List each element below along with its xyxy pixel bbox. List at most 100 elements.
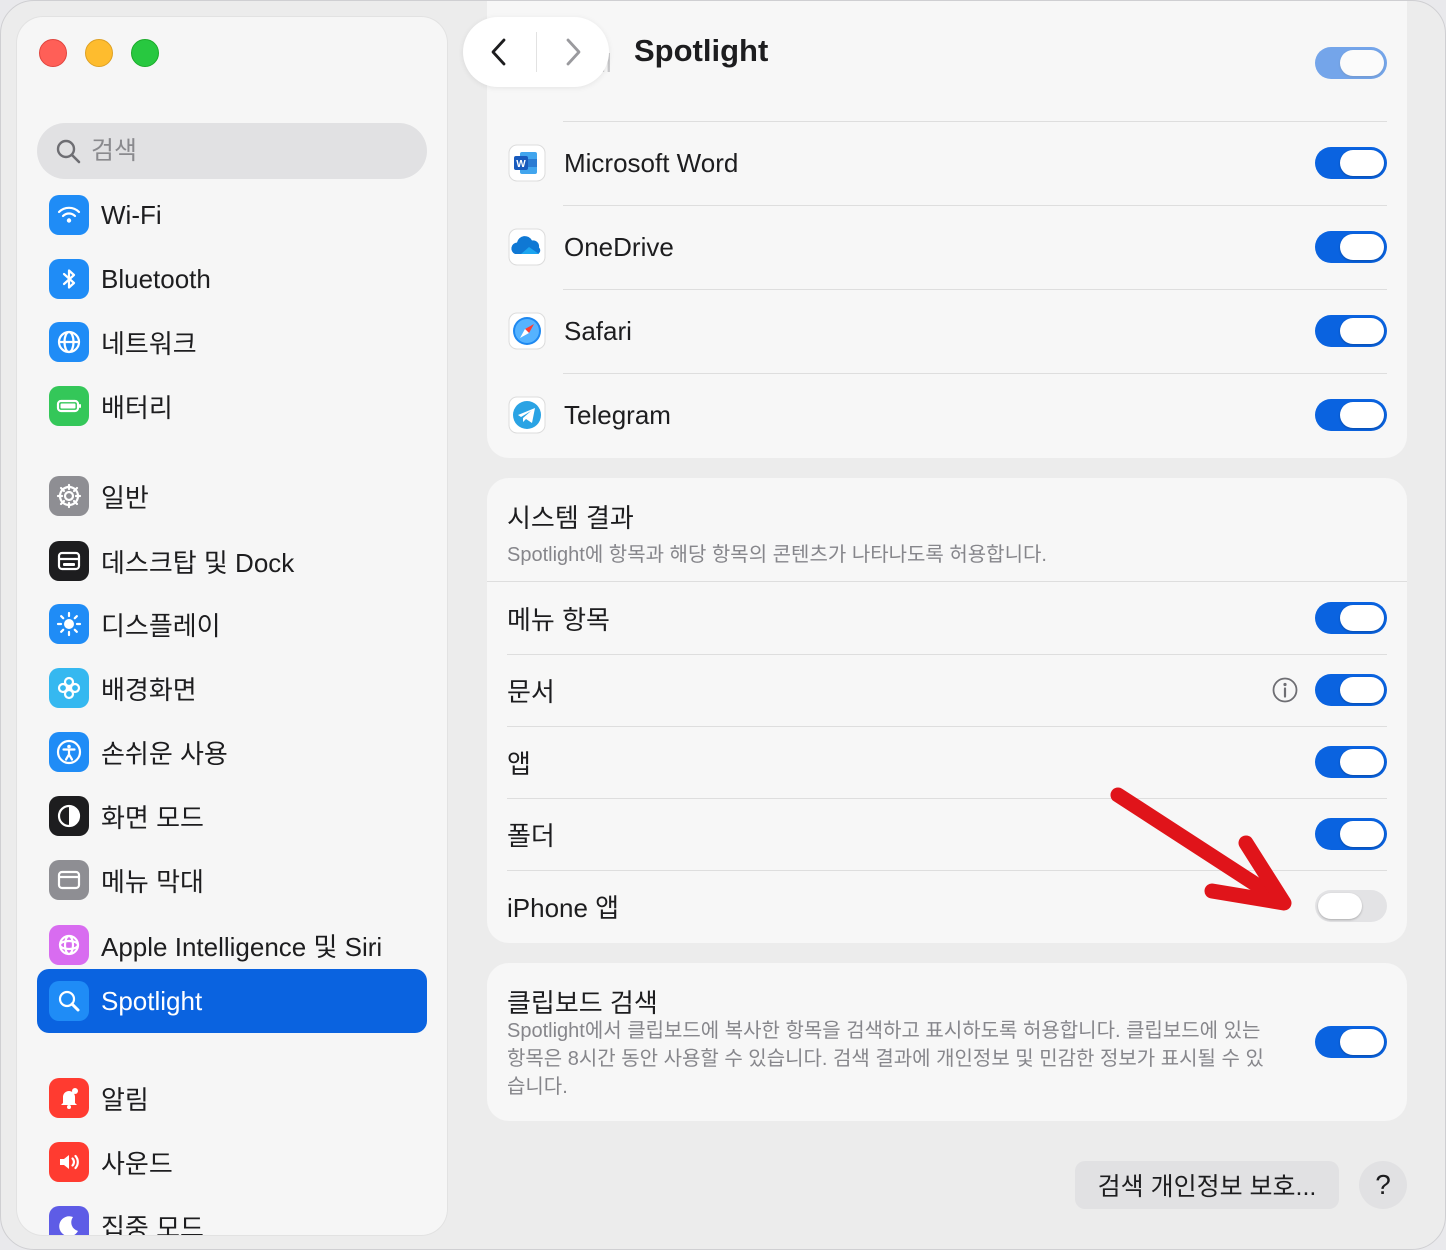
speaker-icon (49, 1142, 89, 1182)
chevron-left-icon (491, 38, 506, 66)
bell-icon (49, 1078, 89, 1118)
row-divider (507, 726, 1387, 727)
safari-icon (507, 311, 547, 351)
battery-icon (49, 386, 89, 426)
clipboard-description: Spotlight에서 클립보드에 복사한 항목을 검색하고 표시하도록 허용합… (507, 1020, 1264, 1098)
svg-text:W: W (516, 159, 526, 170)
app-toggle[interactable] (1315, 315, 1387, 347)
page-title: Spotlight (634, 33, 769, 68)
row-divider (563, 205, 1387, 206)
option-label: 폴더 (507, 820, 555, 851)
moon-icon (49, 1206, 89, 1235)
app-name: Microsoft Word (564, 147, 739, 178)
sidebar-item-flower[interactable]: 배경화면 (37, 656, 427, 720)
sidebar-item-accessibility[interactable]: 손쉬운 사용 (37, 720, 427, 784)
annotation-arrow-icon (1110, 787, 1292, 911)
globe-icon (49, 322, 89, 362)
row-divider (563, 373, 1387, 374)
system-option-row: 문서 (487, 654, 1407, 726)
sidebar-item-label: 알림 (101, 1084, 149, 1115)
dock-icon (49, 541, 89, 581)
option-label: 앱 (507, 748, 531, 779)
siri-icon (49, 925, 89, 965)
sidebar-item-moon[interactable]: 집중 모드 (37, 1194, 427, 1235)
sidebar-item-spotlight[interactable]: Spotlight (37, 969, 427, 1033)
option-label: 문서 (507, 676, 555, 707)
app-row: OneDrive (487, 205, 1407, 289)
back-button[interactable] (463, 17, 536, 87)
sidebar-item-label: 사운드 (101, 1148, 173, 1179)
settings-window: Wi-Fi Bluetooth 네트워크배터리일반데스크탑 및 Dock 디스플레이배… (0, 0, 1446, 1250)
sidebar-item-globe[interactable]: 네트워크 (37, 310, 427, 374)
sidebar-item-label: 배터리 (101, 392, 173, 423)
accessibility-icon (49, 732, 89, 772)
app-results-card: Mail W Microsoft Word OneDrive Safari Te… (487, 1, 1407, 458)
clipboard-toggle[interactable] (1315, 1026, 1387, 1058)
sun-icon (49, 604, 89, 644)
sidebar-item-label: Spotlight (101, 985, 203, 1016)
sidebar-item-label: 네트워크 (101, 328, 197, 359)
system-results-subtitle: Spotlight에 항목과 해당 항목의 콘텐츠가 나타나도록 허용합니다. (507, 544, 1047, 566)
app-toggle[interactable] (1315, 231, 1387, 263)
telegram-icon (507, 395, 547, 435)
sidebar-item-sun[interactable]: 디스플레이 (37, 592, 427, 656)
app-name: Safari (564, 315, 632, 346)
option-toggle[interactable] (1315, 602, 1387, 634)
close-window-button[interactable] (39, 39, 67, 67)
spotlight-icon (49, 981, 89, 1021)
sidebar-item-label: 집중 모드 (101, 1212, 204, 1236)
window-controls (39, 39, 159, 67)
app-row-partial: Mail (487, 21, 1407, 105)
sidebar-item-bell[interactable]: 알림 (37, 1066, 427, 1130)
option-toggle[interactable] (1315, 818, 1387, 850)
sidebar-item-siri[interactable]: Apple Intelligence 및 Siri (37, 913, 427, 977)
sidebar-item-appearance[interactable]: 화면 모드 (37, 784, 427, 848)
forward-button[interactable] (537, 17, 610, 87)
sidebar-item-label: 손쉬운 사용 (101, 738, 228, 769)
flower-icon (49, 668, 89, 708)
app-toggle-hidden[interactable] (1315, 47, 1387, 79)
app-name: Telegram (564, 399, 671, 430)
app-name: OneDrive (564, 231, 674, 262)
zoom-window-button[interactable] (131, 39, 159, 67)
appearance-icon (49, 796, 89, 836)
sidebar-item-bluetooth[interactable]: Bluetooth (37, 247, 427, 311)
sidebar-item-dock[interactable]: 데스크탑 및 Dock (37, 529, 427, 593)
option-toggle[interactable] (1315, 674, 1387, 706)
option-toggle[interactable] (1315, 746, 1387, 778)
sidebar-item-gear[interactable]: 일반 (37, 464, 427, 528)
sidebar: Wi-Fi Bluetooth 네트워크배터리일반데스크탑 및 Dock 디스플레이배… (17, 17, 447, 1235)
search-privacy-button[interactable]: 검색 개인정보 보호... (1075, 1161, 1339, 1209)
option-toggle[interactable] (1315, 890, 1387, 922)
app-toggle[interactable] (1315, 147, 1387, 179)
sidebar-item-label: 화면 모드 (101, 802, 204, 833)
sidebar-item-battery[interactable]: 배터리 (37, 374, 427, 438)
gear-icon (49, 476, 89, 516)
clipboard-card: 클립보드 검색 Spotlight에서 클립보드에 복사한 항목을 검색하고 표… (487, 963, 1407, 1121)
sidebar-item-label: 디스플레이 (101, 610, 221, 641)
chevron-right-icon (566, 38, 581, 66)
onedrive-icon (507, 227, 547, 267)
clipboard-title: 클립보드 검색 (507, 988, 658, 1018)
app-row: W Microsoft Word (487, 121, 1407, 205)
sidebar-search[interactable] (37, 123, 427, 179)
info-icon[interactable] (1271, 676, 1299, 704)
sidebar-item-label: 일반 (101, 482, 149, 513)
minimize-window-button[interactable] (85, 39, 113, 67)
help-button[interactable]: ? (1359, 1161, 1407, 1209)
app-toggle[interactable] (1315, 399, 1387, 431)
bluetooth-icon (49, 259, 89, 299)
system-results-title: 시스템 결과 (507, 503, 634, 533)
sidebar-item-label: Apple Intelligence 및 Siri (101, 931, 383, 962)
main-content: Mail W Microsoft Word OneDrive Safari Te… (447, 1, 1445, 1249)
menubar-icon (49, 860, 89, 900)
system-option-row: 메뉴 항목 (487, 582, 1407, 654)
sidebar-item-speaker[interactable]: 사운드 (37, 1130, 427, 1194)
sidebar-item-menubar[interactable]: 메뉴 막대 (37, 848, 427, 912)
row-divider (563, 121, 1387, 122)
search-input[interactable] (91, 136, 391, 166)
search-icon (56, 139, 81, 164)
sidebar-item-wifi[interactable]: Wi-Fi (37, 183, 427, 247)
option-label: iPhone 앱 (507, 892, 620, 923)
row-divider (563, 289, 1387, 290)
